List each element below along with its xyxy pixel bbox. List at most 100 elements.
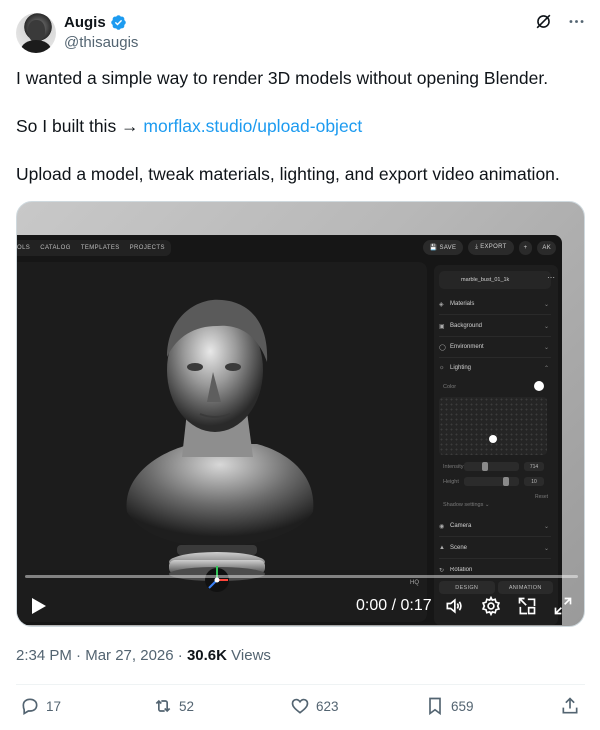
background-icon: ▣	[439, 324, 445, 330]
tweet-date[interactable]: Mar 27, 2026	[85, 647, 173, 664]
more-options-icon[interactable]	[567, 12, 586, 31]
properties-panel: marble_bust_01_1k ⋯ ◈ Materials ⌄ ▣ Backgro…	[434, 265, 558, 625]
app-export-button[interactable]: ⤓ EXPORT	[468, 240, 514, 255]
video-time: 0:00 / 0:17	[356, 597, 432, 614]
section-label: Scene	[450, 545, 468, 551]
height-label: Height	[443, 479, 459, 485]
color-label: Color	[443, 384, 457, 390]
app-nav-item[interactable]: PROJECTS	[130, 245, 165, 251]
like-count: 623	[316, 698, 339, 714]
avatar-body	[21, 40, 51, 53]
scene-icon: ▲	[439, 545, 445, 551]
hq-toggle[interactable]: HQ	[410, 580, 419, 586]
app-add-button[interactable]: +	[518, 240, 533, 255]
reply-button[interactable]: 17	[20, 696, 61, 716]
intensity-slider[interactable]	[464, 462, 519, 471]
chevron-down-icon: ⌄	[543, 345, 549, 351]
picture-in-picture-icon[interactable]	[517, 596, 537, 616]
settings-gear-icon[interactable]	[481, 596, 501, 616]
app-topbar-actions: 💾 SAVE ⤓ EXPORT + AK	[422, 240, 556, 255]
section-scene[interactable]: ▲ Scene ⌄	[439, 545, 551, 559]
materials-icon: ◈	[439, 302, 444, 308]
tweet-header: Augis @thisaugis	[14, 12, 586, 56]
light-position-handle[interactable]	[489, 435, 497, 443]
tweet-text: I wanted a simple way to render 3D model…	[16, 66, 586, 210]
play-icon[interactable]	[31, 597, 47, 615]
views-count: 30.6K	[186, 647, 227, 664]
chevron-down-icon: ⌄	[543, 324, 549, 330]
tab-animation[interactable]: ANIMATION	[497, 581, 553, 594]
views-label: Views	[231, 647, 271, 664]
section-camera[interactable]: ◉ Camera ⌄	[439, 523, 551, 537]
tweet-time[interactable]: 2:34 PM	[16, 647, 72, 664]
video-scrubber[interactable]	[25, 575, 578, 578]
verified-badge-icon	[110, 15, 126, 30]
reply-count: 17	[46, 698, 62, 714]
tweet-line-1: I wanted a simple way to render 3D model…	[16, 68, 549, 88]
slider-knob[interactable]	[482, 462, 488, 471]
camera-icon: ◉	[439, 524, 445, 530]
mode-tabs: DESIGN ANIMATION	[439, 581, 553, 594]
avatar[interactable]	[16, 13, 56, 53]
panel-more-icon[interactable]: ⋯	[547, 273, 555, 282]
tab-design[interactable]: DESIGN	[439, 581, 495, 594]
reset-link[interactable]: Reset	[535, 494, 548, 500]
chevron-down-icon: ⌄	[543, 524, 549, 530]
model-file-selector[interactable]: marble_bust_01_1k	[439, 271, 551, 289]
chevron-up-icon: ⌃	[543, 366, 549, 372]
app-nav-item[interactable]: OLS	[17, 245, 30, 251]
bookmark-count: 659	[451, 698, 474, 714]
app-nav-item[interactable]: TEMPLATES	[81, 245, 120, 251]
app-save-label: SAVE	[439, 245, 457, 251]
chevron-down-icon: ⌄	[543, 546, 549, 552]
height-slider[interactable]	[464, 477, 519, 486]
light-color-swatch[interactable]	[534, 381, 544, 391]
name-row: Augis	[64, 14, 127, 31]
tweet-line-2: So I built this → morflax.studio/upload-…	[16, 114, 586, 138]
light-position-pad[interactable]	[439, 397, 547, 455]
model-file-name: marble_bust_01_1k	[461, 277, 510, 283]
tweet-actions: 17 52 623 659	[0, 696, 600, 722]
header-actions	[534, 12, 586, 31]
intensity-value[interactable]: 714	[524, 462, 544, 471]
marble-bust-model	[126, 299, 314, 592]
shadow-settings-label: Shadow settings	[443, 502, 484, 508]
tweet-line-2-prefix: So I built this →	[16, 116, 144, 136]
height-value[interactable]: 10	[524, 477, 544, 486]
app-save-button[interactable]: 💾 SAVE	[422, 240, 464, 255]
handle[interactable]: @thisaugis	[64, 34, 138, 51]
slider-knob[interactable]	[503, 477, 509, 486]
section-materials[interactable]: ◈ Materials ⌄	[439, 301, 551, 315]
reply-icon	[22, 698, 38, 715]
section-environment[interactable]: ◯ Environment ⌄	[439, 344, 551, 358]
section-background[interactable]: ▣ Background ⌄	[439, 323, 551, 337]
section-label: Background	[450, 323, 483, 329]
grok-icon[interactable]	[534, 12, 553, 31]
fullscreen-icon[interactable]	[553, 596, 573, 616]
section-lighting[interactable]: ☼ Lighting ⌃	[439, 365, 551, 379]
avatar-face	[28, 20, 45, 42]
rotation-icon: ↻	[439, 568, 445, 574]
app-topbar: OLS CATALOG TEMPLATES PROJECTS 💾 SAVE ⤓ …	[17, 235, 562, 261]
app-nav-item[interactable]: CATALOG	[40, 245, 71, 251]
shadow-settings-toggle[interactable]: Shadow settings ⌄	[443, 502, 490, 508]
app-export-label: EXPORT	[480, 244, 507, 250]
video-player[interactable]: OLS CATALOG TEMPLATES PROJECTS 💾 SAVE ⤓ …	[16, 201, 585, 627]
repost-icon	[155, 699, 171, 713]
section-label: Materials	[450, 301, 475, 307]
tweet-meta: 2:34 PM · Mar 27, 2026 · 30.6K Views	[16, 647, 271, 664]
3d-viewport[interactable]	[17, 262, 427, 622]
app-user-avatar[interactable]: AK	[537, 240, 556, 255]
repost-button[interactable]: 52	[153, 696, 194, 716]
display-name[interactable]: Augis	[64, 14, 106, 31]
bookmark-button[interactable]: 659	[425, 696, 474, 716]
like-button[interactable]: 623	[290, 696, 339, 716]
section-label: Rotation	[450, 567, 473, 573]
tweet-link[interactable]: morflax.studio/upload-object	[143, 116, 362, 136]
bookmark-icon	[429, 697, 441, 716]
section-label: Lighting	[450, 365, 472, 371]
sun-icon: ☼	[439, 365, 445, 371]
share-button[interactable]	[560, 696, 580, 716]
heart-icon	[291, 698, 309, 714]
volume-icon[interactable]	[444, 596, 464, 616]
